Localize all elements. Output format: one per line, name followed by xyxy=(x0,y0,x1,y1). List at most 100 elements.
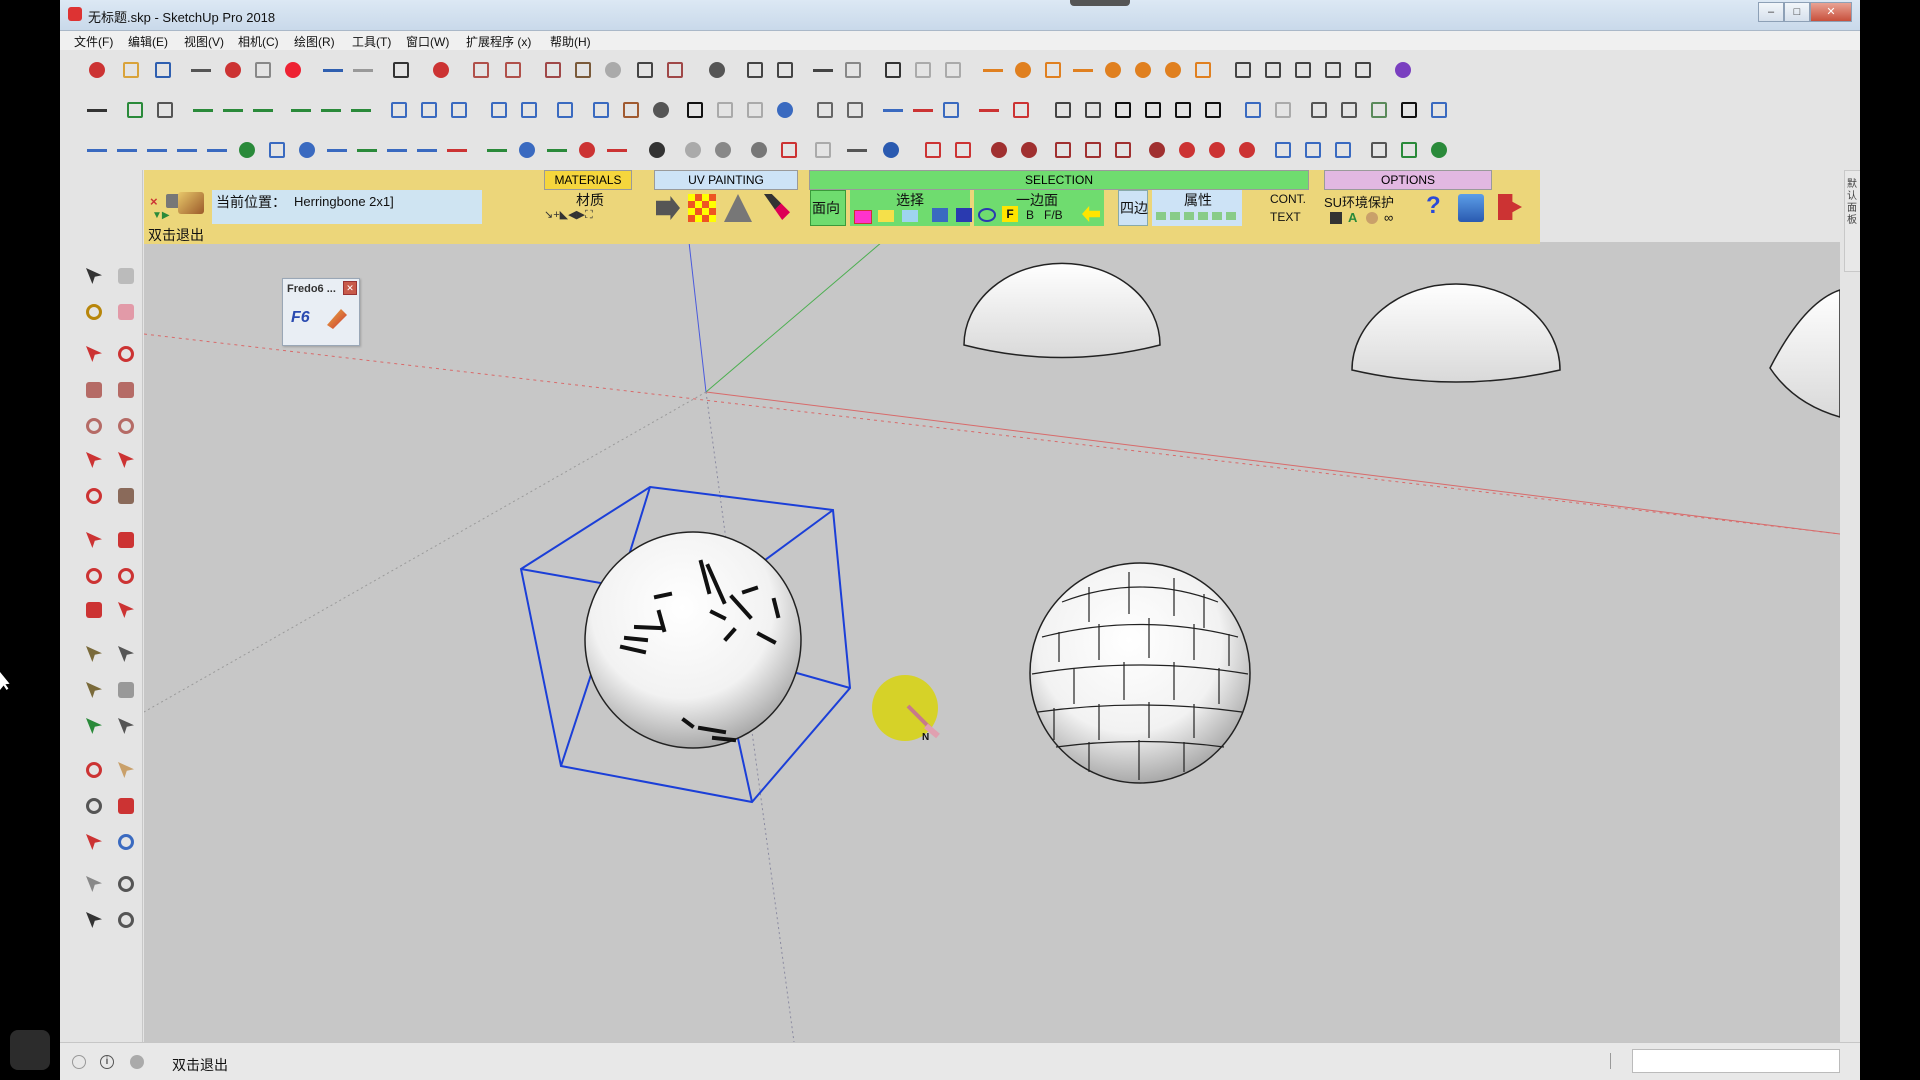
style-1-icon[interactable] xyxy=(1240,97,1266,123)
protractor-tool-icon[interactable] xyxy=(82,678,106,702)
menu-file[interactable]: 文件(F) xyxy=(74,33,113,50)
make-group-icon[interactable] xyxy=(122,97,148,123)
select-grid-2-icon[interactable] xyxy=(902,210,918,222)
position-camera-icon[interactable] xyxy=(82,872,106,896)
pie-icon[interactable] xyxy=(114,484,138,508)
cut-icon[interactable] xyxy=(188,57,214,83)
fredo6-tool-icon[interactable] xyxy=(327,309,347,329)
material-nav-icons[interactable]: ↘+◣◀▶⛶ xyxy=(544,208,593,222)
trash-icon[interactable] xyxy=(1458,194,1484,222)
align-3-icon[interactable] xyxy=(250,97,276,123)
line-3-icon[interactable] xyxy=(348,97,374,123)
green-tool-1-icon[interactable] xyxy=(1396,137,1422,163)
line-2-icon[interactable] xyxy=(318,97,344,123)
push-pull-icon[interactable] xyxy=(114,528,138,552)
table-1-icon[interactable] xyxy=(812,97,838,123)
follow-me-icon[interactable] xyxy=(114,564,138,588)
erase-icon[interactable] xyxy=(280,57,306,83)
help-icon[interactable]: ? xyxy=(1426,192,1441,220)
shield-icon[interactable] xyxy=(1366,137,1392,163)
camera-view-2-icon[interactable] xyxy=(500,57,526,83)
house-3-icon[interactable] xyxy=(1110,97,1136,123)
align-2-icon[interactable] xyxy=(220,97,246,123)
align-1-icon[interactable] xyxy=(190,97,216,123)
tab-materials[interactable]: MATERIALS xyxy=(544,170,632,190)
dimension-icon[interactable] xyxy=(980,57,1006,83)
fredo6-close-icon[interactable]: ✕ xyxy=(343,281,357,295)
green-tool-2-icon[interactable] xyxy=(1426,137,1452,163)
house-6-icon[interactable] xyxy=(1200,97,1226,123)
orbit-icon[interactable] xyxy=(82,758,106,782)
menu-draw[interactable]: 绘图(R) xyxy=(294,33,335,50)
scale-icon[interactable] xyxy=(82,598,106,622)
paste-icon[interactable] xyxy=(250,57,276,83)
grid-4-icon[interactable] xyxy=(486,97,512,123)
blue-tool-3-icon[interactable] xyxy=(1330,137,1356,163)
share-model-icon[interactable] xyxy=(1290,57,1316,83)
front-face-button[interactable]: F xyxy=(1002,206,1018,222)
eraser-icon[interactable] xyxy=(114,300,138,324)
curve-13-icon[interactable] xyxy=(444,137,470,163)
sun-icon[interactable] xyxy=(1100,57,1126,83)
texture-2-icon[interactable] xyxy=(648,97,674,123)
dimension-tool-icon[interactable] xyxy=(114,642,138,666)
red-tool-5-icon[interactable] xyxy=(1110,137,1136,163)
eye-icon[interactable] xyxy=(978,208,996,222)
checker-icon[interactable] xyxy=(682,97,708,123)
attribute-slider[interactable] xyxy=(1156,212,1236,220)
infinity-icon[interactable]: ∞ xyxy=(1384,210,1393,225)
curve-11-icon[interactable] xyxy=(384,137,410,163)
curve-10-icon[interactable] xyxy=(354,137,380,163)
lasso-tool-icon[interactable] xyxy=(114,264,138,288)
minimize-button[interactable]: – xyxy=(1758,2,1784,22)
maximize-button[interactable]: □ xyxy=(1784,2,1810,22)
menu-extensions[interactable]: 扩展程序 (x) xyxy=(466,33,531,50)
view-back-icon[interactable] xyxy=(662,57,688,83)
line-tool-5-icon[interactable] xyxy=(910,97,936,123)
curve-8-icon[interactable] xyxy=(294,137,320,163)
grid-5-icon[interactable] xyxy=(516,97,542,123)
select-arrow-icon[interactable] xyxy=(84,97,110,123)
zoom-icon[interactable] xyxy=(82,794,106,818)
cont-label[interactable]: CONT. xyxy=(1270,192,1306,206)
both-faces-button[interactable]: F/B xyxy=(1044,208,1063,222)
credits-icon[interactable]: i xyxy=(100,1055,114,1069)
style-3-icon[interactable] xyxy=(1306,97,1332,123)
select-grid-1-icon[interactable] xyxy=(878,210,894,222)
arc-icon[interactable] xyxy=(82,448,106,472)
grid-3-icon[interactable] xyxy=(446,97,472,123)
save-icon[interactable] xyxy=(150,57,176,83)
previous-view-icon[interactable] xyxy=(114,830,138,854)
zoom-extents-icon[interactable] xyxy=(82,830,106,854)
style-7-icon[interactable] xyxy=(1426,97,1452,123)
curve-4-icon[interactable] xyxy=(174,137,200,163)
line-tool-4-icon[interactable] xyxy=(880,97,906,123)
extension-warehouse-icon[interactable] xyxy=(1320,57,1346,83)
style-5-icon[interactable] xyxy=(1366,97,1392,123)
curve-2-icon[interactable] xyxy=(114,137,140,163)
new-file-icon[interactable] xyxy=(84,57,110,83)
curve-14-icon[interactable] xyxy=(484,137,510,163)
default-tray-tab[interactable]: 默认面板 xyxy=(1844,170,1860,272)
curve-5-icon[interactable] xyxy=(204,137,230,163)
view-iso-icon[interactable] xyxy=(540,57,566,83)
validate-icon[interactable] xyxy=(704,57,730,83)
red-tool-6-icon[interactable] xyxy=(1144,137,1170,163)
transform-2-icon[interactable] xyxy=(742,97,768,123)
blue-tool-1-icon[interactable] xyxy=(1270,137,1296,163)
solid-4-icon[interactable] xyxy=(746,137,772,163)
window-frame-icon[interactable] xyxy=(880,57,906,83)
text-label[interactable]: TEXT xyxy=(1270,210,1301,224)
redo-icon[interactable] xyxy=(350,57,376,83)
section-plane-tool-icon[interactable] xyxy=(114,908,138,932)
style-4-icon[interactable] xyxy=(1336,97,1362,123)
equal-icon[interactable] xyxy=(932,208,948,222)
menu-edit[interactable]: 编辑(E) xyxy=(128,33,168,50)
geo-location-icon[interactable] xyxy=(72,1055,86,1069)
curve-1-icon[interactable] xyxy=(84,137,110,163)
line-1-icon[interactable] xyxy=(288,97,314,123)
grid-7-icon[interactable] xyxy=(588,97,614,123)
pencil-tool-icon[interactable] xyxy=(976,97,1002,123)
curve-6-icon[interactable] xyxy=(234,137,260,163)
look-around-icon[interactable] xyxy=(114,872,138,896)
